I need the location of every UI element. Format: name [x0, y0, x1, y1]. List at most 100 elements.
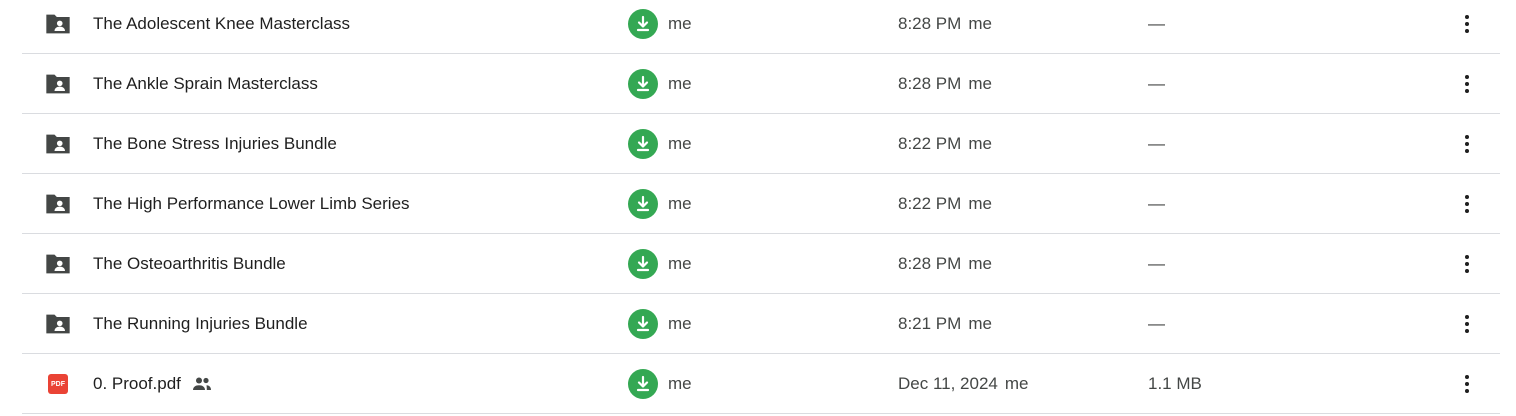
modified-date: 8:21 PM [898, 313, 962, 333]
shared-folder-icon [44, 10, 72, 38]
modified-by: me [968, 133, 992, 153]
owner-cell: me [628, 174, 692, 233]
table-row[interactable]: The Ankle Sprain Masterclass me 8:28 PM … [22, 54, 1500, 114]
owner-name: me [668, 73, 692, 93]
size-cell: — [1148, 114, 1165, 173]
modified-date: 8:22 PM [898, 193, 962, 213]
more-vert-icon [1464, 254, 1470, 274]
modified-cell: Dec 11, 2024 me [898, 354, 1029, 413]
pdf-icon: PDF [44, 370, 72, 398]
owner-name: me [668, 133, 692, 153]
file-size: — [1148, 313, 1165, 333]
table-row[interactable]: The Running Injuries Bundle me 8:21 PM m… [22, 294, 1500, 354]
owner-name: me [668, 13, 692, 33]
owner-avatar [628, 68, 658, 99]
download-icon [634, 195, 652, 213]
name-cell: The High Performance Lower Limb Series [93, 174, 410, 233]
owner-avatar [628, 308, 658, 339]
owner-avatar [628, 368, 658, 399]
modified-cell: 8:28 PM me [898, 234, 992, 293]
more-actions-button[interactable] [1452, 249, 1482, 279]
more-actions-button[interactable] [1452, 369, 1482, 399]
table-row[interactable]: The Osteoarthritis Bundle me 8:28 PM me … [22, 234, 1500, 294]
modified-by: me [968, 313, 992, 333]
more-actions-button[interactable] [1452, 189, 1482, 219]
modified-date: Dec 11, 2024 [898, 373, 998, 393]
pdf-icon-label: PDF [51, 380, 65, 388]
modified-date: 8:28 PM [898, 13, 962, 33]
modified-date: 8:22 PM [898, 133, 962, 153]
shared-folder-icon [44, 310, 72, 338]
size-cell: — [1148, 174, 1165, 233]
modified-cell: 8:28 PM me [898, 54, 992, 113]
size-cell: 1.1 MB [1148, 354, 1202, 413]
modified-cell: 8:22 PM me [898, 114, 992, 173]
size-cell: — [1148, 0, 1165, 53]
modified-by: me [968, 13, 992, 33]
owner-name: me [668, 253, 692, 273]
more-actions-button[interactable] [1452, 129, 1482, 159]
file-list: The Adolescent Knee Masterclass me 8:28 … [0, 0, 1516, 416]
file-name[interactable]: The Osteoarthritis Bundle [93, 254, 286, 274]
name-cell: 0. Proof.pdf [93, 354, 213, 413]
more-actions-button[interactable] [1452, 69, 1482, 99]
more-actions-button[interactable] [1452, 309, 1482, 339]
modified-cell: 8:21 PM me [898, 294, 992, 353]
owner-cell: me [628, 114, 692, 173]
file-size: 1.1 MB [1148, 373, 1202, 393]
more-actions-button[interactable] [1452, 9, 1482, 39]
name-cell: The Adolescent Knee Masterclass [93, 0, 350, 53]
download-icon [634, 375, 652, 393]
owner-cell: me [628, 294, 692, 353]
owner-avatar [628, 188, 658, 219]
file-name[interactable]: 0. Proof.pdf [93, 374, 181, 394]
table-row[interactable]: The Adolescent Knee Masterclass me 8:28 … [22, 0, 1500, 54]
table-row[interactable]: The High Performance Lower Limb Series m… [22, 174, 1500, 234]
download-icon [634, 255, 652, 273]
download-icon [634, 15, 652, 33]
owner-cell: me [628, 354, 692, 413]
table-row[interactable]: PDF 0. Proof.pdf me Dec 11, 2024 me 1.1 … [22, 354, 1500, 414]
file-name[interactable]: The Bone Stress Injuries Bundle [93, 134, 337, 154]
file-size: — [1148, 133, 1165, 153]
modified-by: me [968, 73, 992, 93]
more-vert-icon [1464, 314, 1470, 334]
owner-cell: me [628, 234, 692, 293]
file-size: — [1148, 13, 1165, 33]
file-name[interactable]: The Adolescent Knee Masterclass [93, 14, 350, 34]
shared-folder-icon [44, 250, 72, 278]
size-cell: — [1148, 294, 1165, 353]
file-name[interactable]: The Ankle Sprain Masterclass [93, 74, 318, 94]
download-icon [634, 75, 652, 93]
download-icon [634, 315, 652, 333]
name-cell: The Ankle Sprain Masterclass [93, 54, 318, 113]
more-vert-icon [1464, 374, 1470, 394]
modified-cell: 8:28 PM me [898, 0, 992, 53]
owner-avatar [628, 248, 658, 279]
size-cell: — [1148, 234, 1165, 293]
shared-folder-icon [44, 130, 72, 158]
owner-name: me [668, 193, 692, 213]
modified-cell: 8:22 PM me [898, 174, 992, 233]
file-name[interactable]: The Running Injuries Bundle [93, 314, 308, 334]
modified-date: 8:28 PM [898, 73, 962, 93]
modified-by: me [1004, 373, 1029, 393]
more-vert-icon [1464, 194, 1470, 214]
file-size: — [1148, 253, 1165, 273]
owner-cell: me [628, 0, 692, 53]
more-vert-icon [1464, 134, 1470, 154]
name-cell: The Osteoarthritis Bundle [93, 234, 286, 293]
modified-by: me [968, 193, 992, 213]
table-row[interactable]: The Bone Stress Injuries Bundle me 8:22 … [22, 114, 1500, 174]
owner-avatar [628, 8, 658, 39]
file-name[interactable]: The High Performance Lower Limb Series [93, 194, 410, 214]
modified-by: me [968, 253, 992, 273]
owner-avatar [628, 128, 658, 159]
owner-name: me [668, 373, 692, 393]
modified-date: 8:28 PM [898, 253, 962, 273]
shared-folder-icon [44, 190, 72, 218]
more-vert-icon [1464, 74, 1470, 94]
name-cell: The Bone Stress Injuries Bundle [93, 114, 337, 173]
size-cell: — [1148, 54, 1165, 113]
shared-people-icon [191, 373, 213, 395]
